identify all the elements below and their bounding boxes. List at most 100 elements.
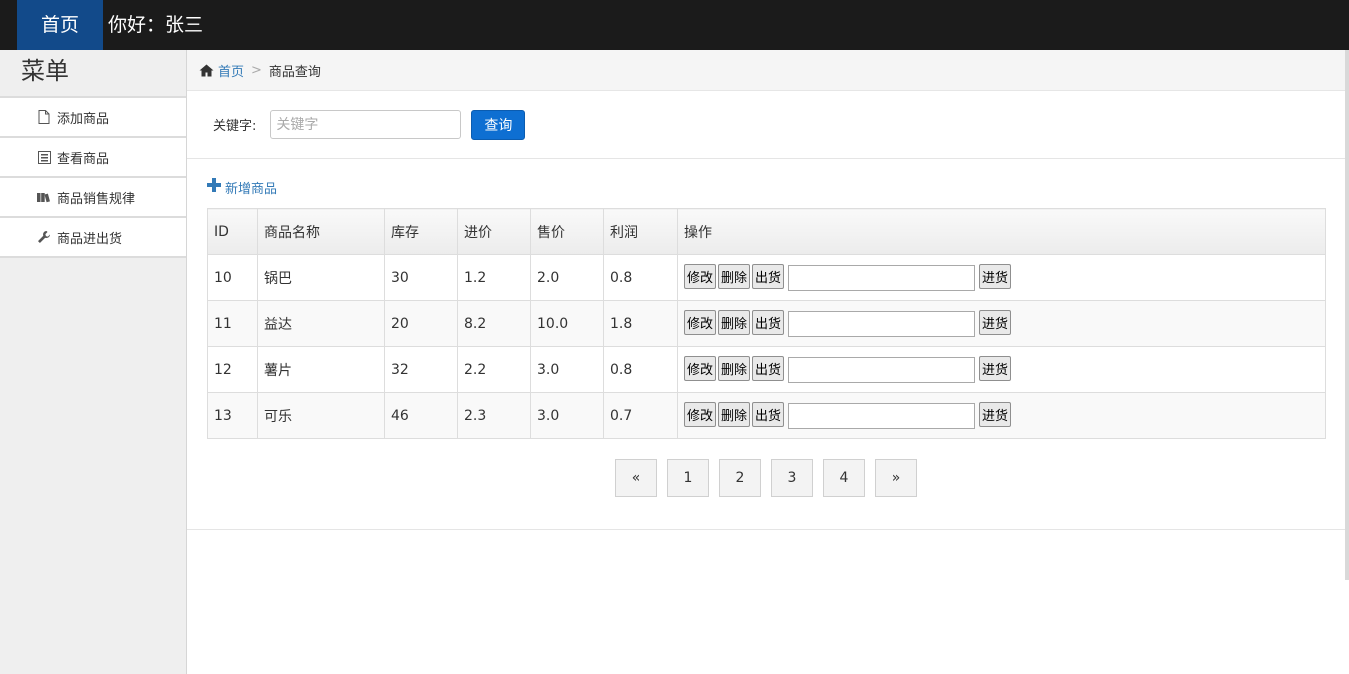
breadcrumb-home-link[interactable]: 首页 [199,61,244,80]
sidebar-item-label: 商品进出货 [57,231,123,247]
sidebar-item-sales-pattern[interactable]: 商品销售规律 [0,178,186,218]
cell-price: 10.0 [530,300,604,347]
stock-in-button[interactable]: 进货 [979,356,1012,381]
delete-button[interactable]: 删除 [718,402,751,427]
books-icon [37,190,51,204]
cell-name: 锅巴 [257,254,385,301]
breadcrumb-current: 商品查询 [268,64,321,80]
product-list-panel: 新增商品 ID 商品名称 库存 进价 售价 利润 操作 10 锅巴 30 1.2… [187,159,1345,530]
cell-price: 3.0 [530,346,604,393]
edit-button[interactable]: 修改 [684,310,717,335]
search-input[interactable] [270,110,462,139]
edit-button[interactable]: 修改 [684,356,717,381]
table-row: 10 锅巴 30 1.2 2.0 0.8 修改 删除 出货 进货 [207,254,1326,301]
cell-stock: 30 [384,254,458,301]
cell-stock: 20 [384,300,458,347]
column-header-profit: 利润 [603,208,678,255]
quantity-input[interactable] [788,311,976,337]
cell-name: 益达 [257,300,385,347]
delete-button[interactable]: 删除 [718,356,751,381]
table-row: 11 益达 20 8.2 10.0 1.8 修改 删除 出货 进货 [207,300,1326,347]
cell-cost: 8.2 [457,300,531,347]
pagination-page-1[interactable]: 1 [667,459,709,497]
column-header-cost: 进价 [457,208,531,255]
column-header-actions: 操作 [677,208,1326,255]
top-navbar: 首页 你好：张三 [0,0,1349,50]
product-table: ID 商品名称 库存 进价 售价 利润 操作 10 锅巴 30 1.2 2.0 … [207,208,1326,439]
search-button[interactable]: 查询 [471,109,526,140]
sidebar-item-label: 查看商品 [57,151,110,167]
cell-name: 薯片 [257,346,385,393]
user-greeting: 你好：张三 [108,14,204,36]
table-row: 13 可乐 46 2.3 3.0 0.7 修改 删除 出货 进货 [207,392,1326,439]
breadcrumb-separator: > [251,62,262,78]
column-header-id: ID [207,208,258,255]
column-header-name: 商品名称 [257,208,385,255]
cell-profit: 0.7 [603,392,678,439]
cell-id: 13 [207,392,258,439]
cell-price: 3.0 [530,392,604,439]
main-content: 首页 > 商品查询 关键字: 查询 新增商品 ID 商品名称 库存 [187,50,1345,674]
ship-out-button[interactable]: 出货 [752,310,785,335]
stock-in-button[interactable]: 进货 [979,264,1012,289]
sidebar-item-label: 商品销售规律 [57,191,136,207]
quantity-input[interactable] [788,357,976,383]
cell-price: 2.0 [530,254,604,301]
delete-button[interactable]: 删除 [718,310,751,335]
cell-profit: 1.8 [603,300,678,347]
cell-actions: 修改 删除 出货 进货 [677,254,1326,301]
cell-cost: 2.3 [457,392,531,439]
delete-button[interactable]: 删除 [718,264,751,289]
cell-profit: 0.8 [603,346,678,393]
cell-id: 12 [207,346,258,393]
add-product-link[interactable]: 新增商品 [207,177,277,197]
cell-actions: 修改 删除 出货 进货 [677,300,1326,347]
sidebar-item-view-products[interactable]: 查看商品 [0,138,186,178]
cell-actions: 修改 删除 出货 进货 [677,346,1326,393]
sidebar-item-add-product[interactable]: 添加商品 [0,98,186,138]
ship-out-button[interactable]: 出货 [752,356,785,381]
sidebar-item-label: 添加商品 [57,111,110,127]
pagination-prev[interactable]: « [615,459,657,497]
edit-button[interactable]: 修改 [684,402,717,427]
quantity-input[interactable] [788,265,976,291]
ship-out-button[interactable]: 出货 [752,402,785,427]
cell-stock: 46 [384,392,458,439]
stock-in-button[interactable]: 进货 [979,402,1012,427]
wrench-icon [37,230,51,244]
sidebar-title: 菜单 [21,57,69,85]
stock-in-button[interactable]: 进货 [979,310,1012,335]
cell-stock: 32 [384,346,458,393]
pagination-page-4[interactable]: 4 [823,459,865,497]
column-header-price: 售价 [530,208,604,255]
pagination-next[interactable]: » [875,459,917,497]
edit-button[interactable]: 修改 [684,264,717,289]
search-bar: 关键字: 查询 [187,91,1345,159]
pagination: « 1 2 3 4 » [207,459,1325,497]
file-icon [37,110,51,124]
ship-out-button[interactable]: 出货 [752,264,785,289]
quantity-input[interactable] [788,403,976,429]
home-icon [199,64,214,76]
breadcrumb-home-label: 首页 [218,64,245,80]
list-icon [37,150,51,164]
sidebar-menu: 添加商品 查看商品 商品销售规律 商品进出货 [0,96,186,258]
breadcrumb: 首页 > 商品查询 [187,50,1345,91]
plus-icon [207,178,221,196]
table-row: 12 薯片 32 2.2 3.0 0.8 修改 删除 出货 进货 [207,346,1326,393]
cell-profit: 0.8 [603,254,678,301]
pagination-page-3[interactable]: 3 [771,459,813,497]
sidebar: 菜单 添加商品 查看商品 商品销售规律 商品进出货 [0,50,187,674]
table-header-row: ID 商品名称 库存 进价 售价 利润 操作 [207,208,1326,255]
cell-id: 11 [207,300,258,347]
cell-id: 10 [207,254,258,301]
sidebar-item-stock-in-out[interactable]: 商品进出货 [0,218,186,258]
page-scrollbar[interactable] [1345,50,1349,580]
cell-actions: 修改 删除 出货 进货 [677,392,1326,439]
cell-cost: 1.2 [457,254,531,301]
pagination-page-2[interactable]: 2 [719,459,761,497]
search-label: 关键字: [213,119,257,134]
home-nav-button[interactable]: 首页 [17,0,103,50]
cell-cost: 2.2 [457,346,531,393]
column-header-stock: 库存 [384,208,458,255]
